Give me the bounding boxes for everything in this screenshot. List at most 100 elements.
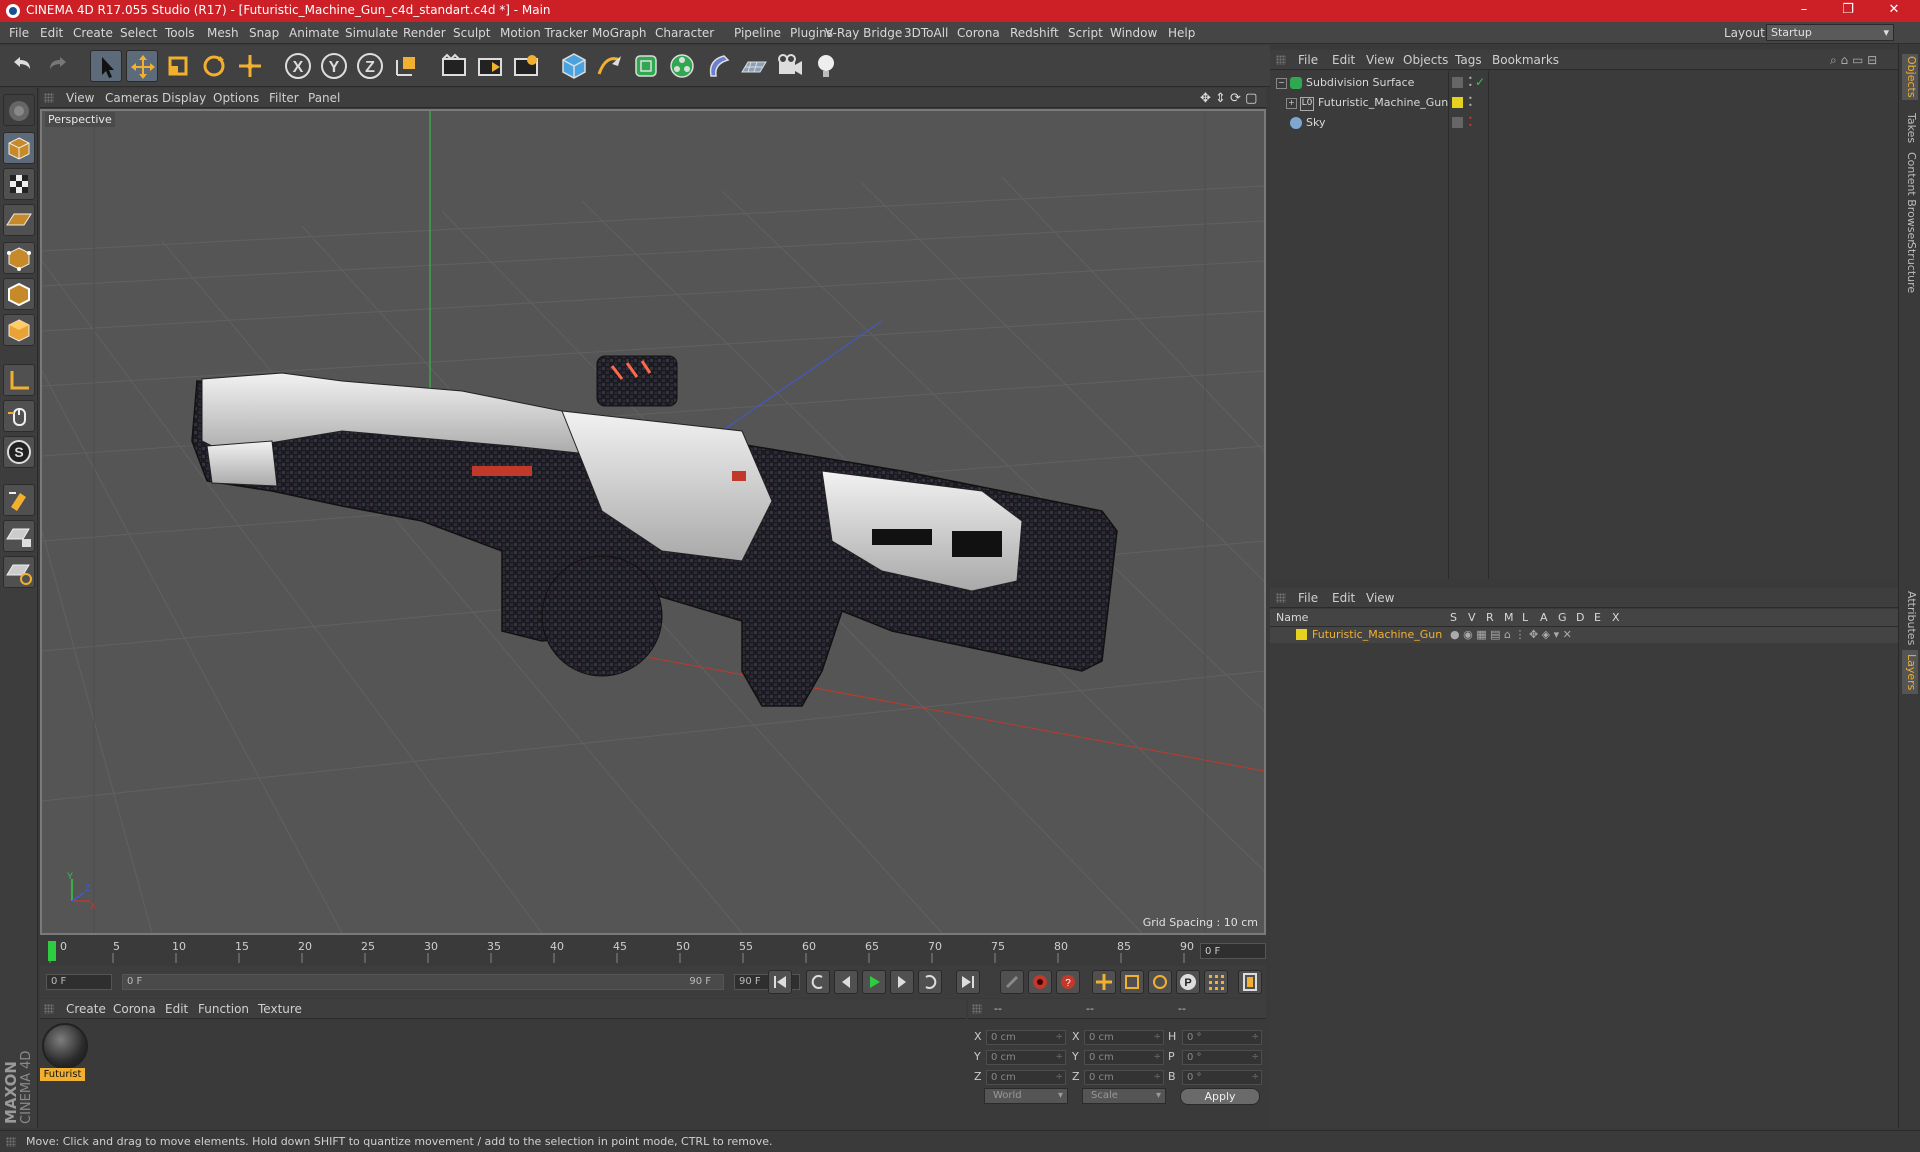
column-locked[interactable]: L	[1522, 611, 1528, 624]
camera-icon[interactable]	[774, 50, 806, 82]
coordinate-mode-dropdown[interactable]: World	[984, 1088, 1068, 1104]
column-name[interactable]: Name	[1276, 611, 1308, 624]
tab-objects[interactable]: Objects	[1902, 54, 1918, 100]
tab-attributes[interactable]: Attributes	[1902, 588, 1918, 648]
minimize-button[interactable]: –	[1784, 2, 1824, 20]
apply-button[interactable]: Apply	[1180, 1088, 1260, 1105]
start-frame-field[interactable]: 0 F	[46, 974, 112, 990]
render-view-icon[interactable]	[438, 50, 470, 82]
menu-mesh[interactable]: Mesh	[207, 26, 239, 40]
key-rotation-icon[interactable]	[1148, 970, 1172, 994]
timeline-editor-icon[interactable]	[1238, 970, 1262, 994]
pane-grip-icon[interactable]	[1276, 593, 1286, 603]
viewport-menu-view[interactable]: View	[66, 91, 94, 105]
object-row-subdivision-surface[interactable]: − Subdivision Surface • • ✓	[1270, 74, 1898, 93]
pane-grip-icon[interactable]	[44, 93, 54, 103]
futuristic-machine-gun-model[interactable]	[191, 355, 1118, 707]
motion-record-icon[interactable]	[1000, 970, 1024, 994]
coordinate-system-icon[interactable]	[390, 50, 422, 82]
pos-y-field[interactable]: 0 cm	[986, 1050, 1066, 1065]
previous-frame-icon[interactable]	[834, 970, 858, 994]
om-search-icon[interactable]: ⌕ ⌂ ▭ ⊟	[1830, 53, 1877, 68]
render-to-picture-viewer-icon[interactable]	[474, 50, 506, 82]
size-x-field[interactable]: 0 cm	[1084, 1030, 1164, 1045]
object-row-sky[interactable]: Sky • •	[1270, 114, 1898, 133]
material-menu-function[interactable]: Function	[198, 1002, 249, 1016]
om-menu-view[interactable]: View	[1366, 53, 1394, 67]
axis-mode-icon[interactable]	[3, 364, 35, 396]
menu-create[interactable]: Create	[73, 26, 113, 40]
render-settings-icon[interactable]	[510, 50, 542, 82]
live-selection-icon[interactable]	[234, 50, 266, 82]
expand-toggle-icon[interactable]: +	[1286, 98, 1297, 109]
edges-mode-icon[interactable]	[3, 278, 35, 310]
locked-workplane-icon[interactable]	[3, 520, 35, 552]
snap-enable-icon[interactable]: S	[3, 436, 35, 468]
model-mode-icon[interactable]	[3, 132, 35, 164]
menu-help[interactable]: Help	[1168, 26, 1195, 40]
menu-snap[interactable]: Snap	[249, 26, 279, 40]
menu-motion-tracker[interactable]: Motion Tracker	[500, 26, 588, 40]
menu-character[interactable]: Character	[655, 26, 714, 40]
visibility-dots-icon[interactable]: • •	[1468, 115, 1473, 130]
lm-menu-file[interactable]: File	[1298, 591, 1318, 605]
rotate-tool-icon[interactable]	[198, 50, 230, 82]
object-name[interactable]: Subdivision Surface	[1306, 76, 1414, 89]
visibility-dots-icon[interactable]: • •	[1468, 75, 1473, 90]
3d-viewport[interactable]: Perspective Y Z X Grid Spacing: 10 cm	[40, 109, 1266, 935]
lm-menu-view[interactable]: View	[1366, 591, 1394, 605]
column-manager[interactable]: M	[1504, 611, 1514, 624]
object-row-futuristic-machine-gun[interactable]: + L0 Futuristic_Machine_Gun • •	[1270, 94, 1898, 113]
material-menu-texture[interactable]: Texture	[258, 1002, 302, 1016]
menu-script[interactable]: Script	[1068, 26, 1103, 40]
lm-menu-edit[interactable]: Edit	[1332, 591, 1355, 605]
cube-primitive-icon[interactable]	[558, 50, 590, 82]
material-menu-create[interactable]: Create	[66, 1002, 106, 1016]
viewport-navigation-icons[interactable]: ✥ ⇕ ⟳ ▢	[1200, 91, 1257, 106]
rot-b-field[interactable]: 0 °	[1182, 1070, 1262, 1085]
tweak-mode-icon[interactable]	[3, 400, 35, 432]
layer-color-swatch[interactable]	[1296, 629, 1307, 640]
magnet-icon[interactable]	[3, 484, 35, 516]
material-menu-corona[interactable]: Corona	[113, 1002, 156, 1016]
layer-color-swatch[interactable]	[1452, 97, 1463, 108]
layout-dropdown[interactable]: Startup	[1766, 24, 1894, 41]
om-menu-objects[interactable]: Objects	[1403, 53, 1448, 67]
rot-h-field[interactable]: 0 °	[1182, 1030, 1262, 1045]
size-y-field[interactable]: 0 cm	[1084, 1050, 1164, 1065]
layer-row[interactable]: Futuristic_Machine_Gun ● ◉ ▦ ▤ ⌂ ⋮ ✥ ◈ ▾…	[1270, 627, 1898, 643]
playhead-marker[interactable]	[48, 941, 56, 961]
column-expressions[interactable]: E	[1594, 611, 1601, 624]
menu-pipeline[interactable]: Pipeline	[734, 26, 781, 40]
om-menu-bookmarks[interactable]: Bookmarks	[1492, 53, 1559, 67]
layer-name[interactable]: Futuristic_Machine_Gun	[1312, 628, 1442, 641]
menu-tools[interactable]: Tools	[165, 26, 195, 40]
object-name[interactable]: Sky	[1306, 116, 1325, 129]
rot-p-field[interactable]: 0 °	[1182, 1050, 1262, 1065]
undo-icon[interactable]	[6, 50, 38, 82]
texture-mode-icon[interactable]	[3, 168, 35, 200]
layer-toggle-icons[interactable]: ● ◉ ▦ ▤ ⌂ ⋮ ✥ ◈ ▾ ✕	[1450, 628, 1572, 641]
menu-file[interactable]: File	[9, 26, 29, 40]
tab-layers[interactable]: Layers	[1902, 650, 1918, 694]
pane-grip-icon[interactable]	[972, 1004, 982, 1014]
menu-animate[interactable]: Animate	[289, 26, 339, 40]
material-menu-edit[interactable]: Edit	[165, 1002, 188, 1016]
menu-select[interactable]: Select	[120, 26, 157, 40]
column-animation[interactable]: A	[1540, 611, 1548, 624]
material-name-label[interactable]: Futurist	[40, 1068, 85, 1081]
tab-structure[interactable]: Structure	[1902, 240, 1918, 296]
enabled-check-icon[interactable]: ✓	[1475, 75, 1485, 89]
redo-icon[interactable]	[42, 50, 74, 82]
pos-x-field[interactable]: 0 cm	[986, 1030, 1066, 1045]
column-deformers[interactable]: D	[1576, 611, 1584, 624]
deformer-bend-icon[interactable]	[702, 50, 734, 82]
autokeying-icon[interactable]: ?	[1056, 970, 1080, 994]
menu-corona[interactable]: Corona	[957, 26, 1000, 40]
move-tool-icon[interactable]	[126, 50, 158, 82]
polygons-mode-icon[interactable]	[3, 314, 35, 346]
menu-vray-bridge[interactable]: V-Ray Bridge	[825, 26, 902, 40]
previous-keyframe-icon[interactable]	[806, 970, 830, 994]
record-active-objects-icon[interactable]	[1028, 970, 1052, 994]
menu-redshift[interactable]: Redshift	[1010, 26, 1059, 40]
